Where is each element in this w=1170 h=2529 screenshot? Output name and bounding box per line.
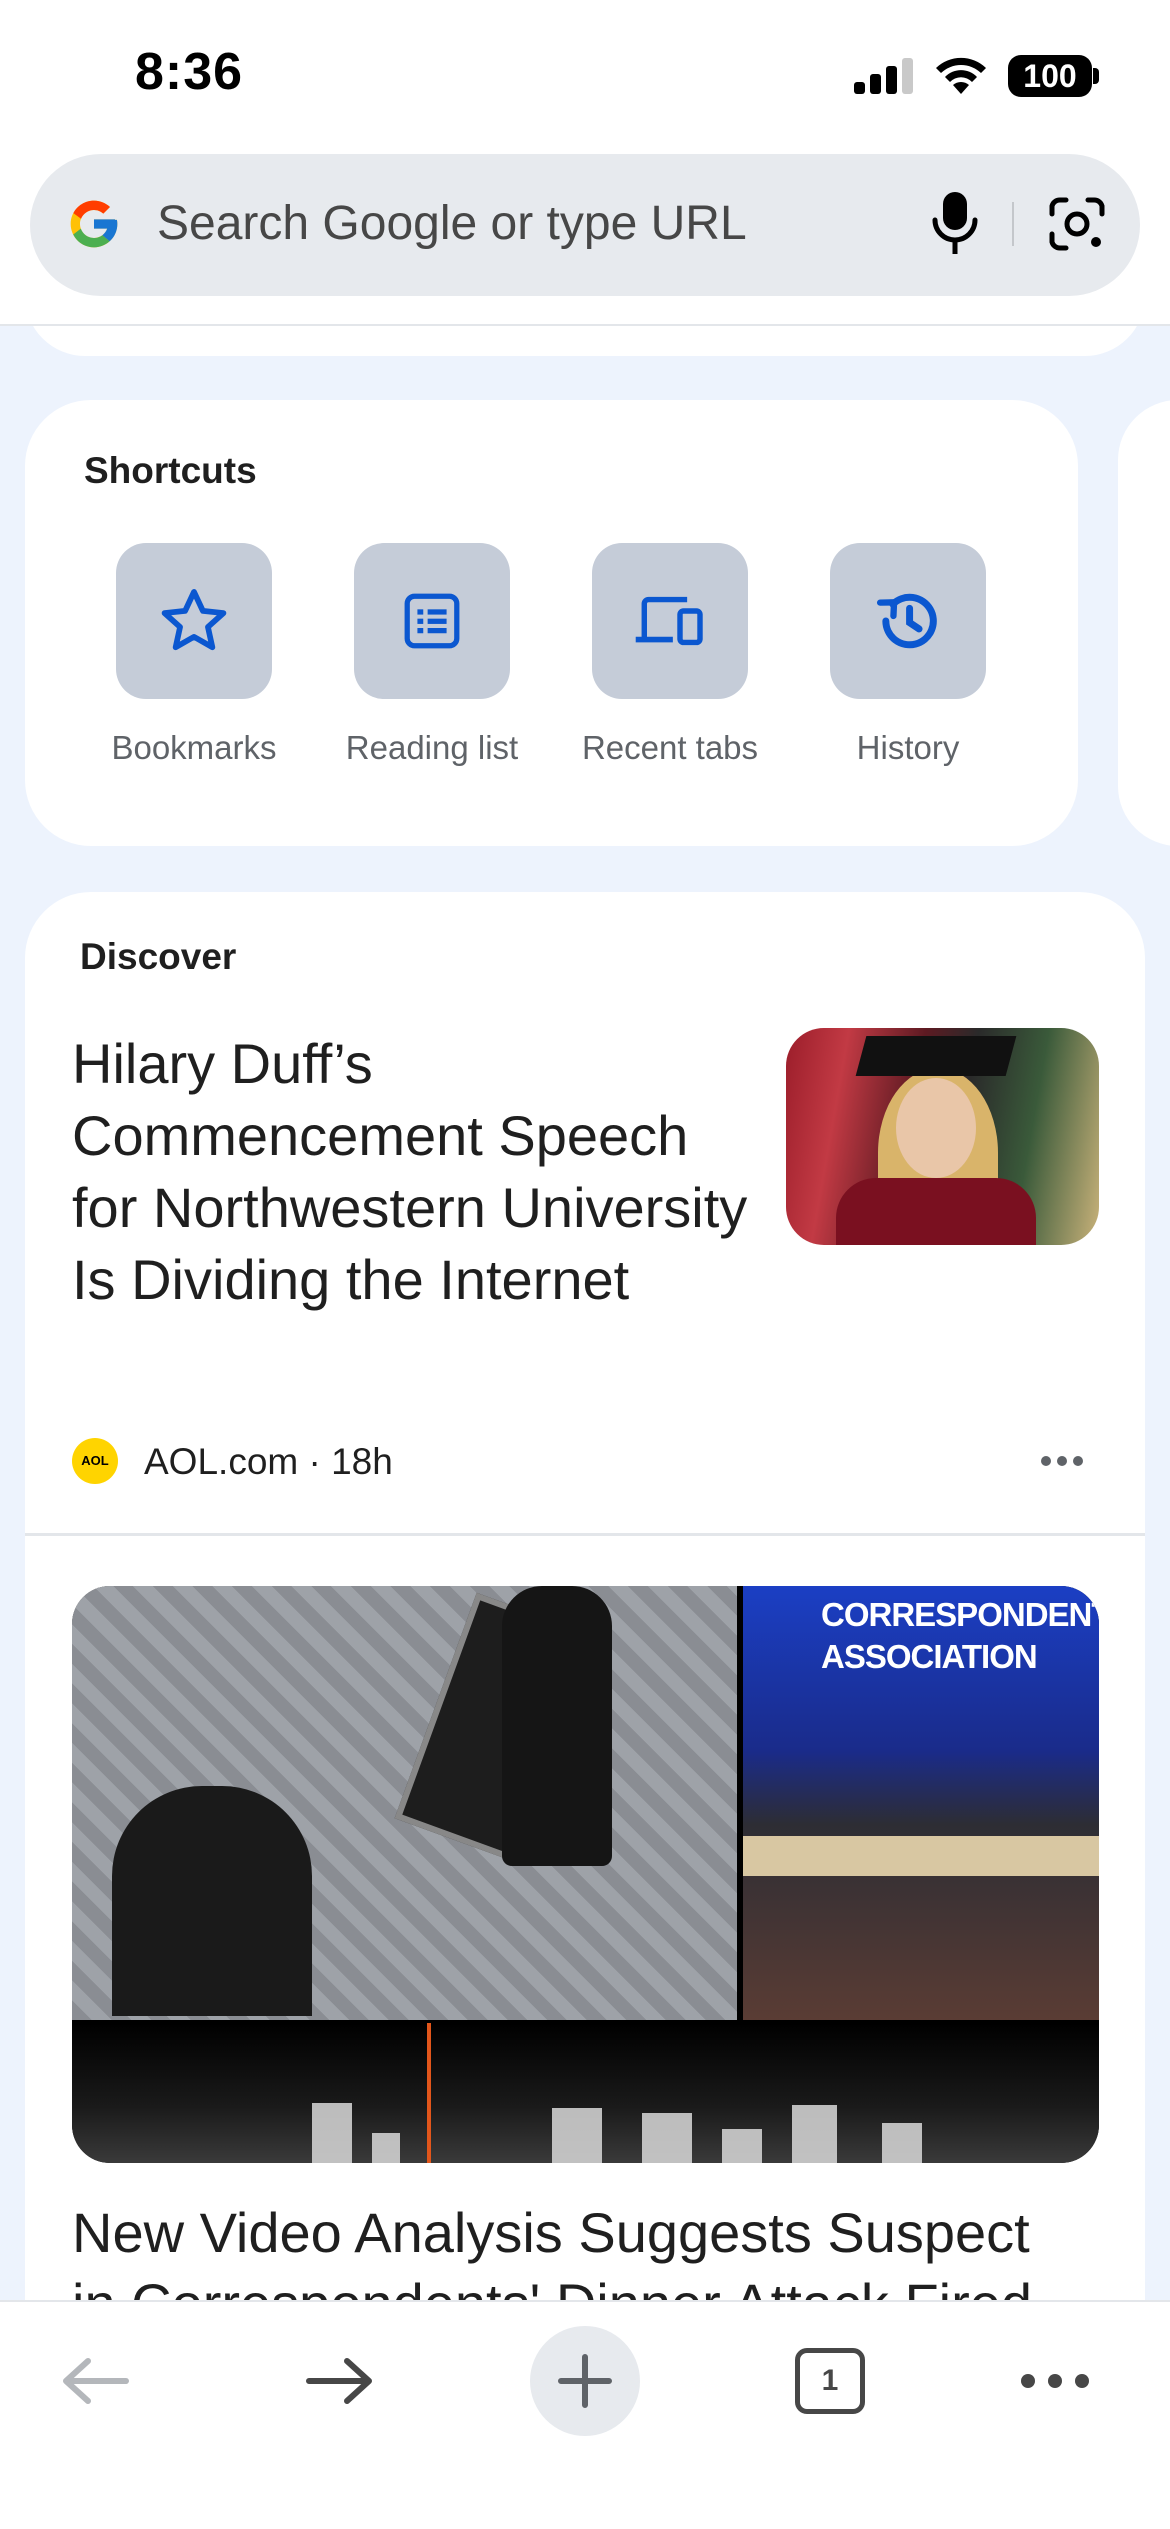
back-button[interactable] <box>40 2326 150 2436</box>
shortcut-history[interactable]: History <box>793 543 1023 783</box>
cellular-signal-icon <box>854 58 916 94</box>
more-options-icon[interactable] <box>1032 1444 1092 1480</box>
menu-button[interactable] <box>1000 2326 1110 2436</box>
shortcut-reading-list[interactable]: Reading list <box>317 543 547 783</box>
article-headline[interactable]: New Video Analysis Suggests Suspect <box>72 2197 1112 2269</box>
thumbnail-cap-shape <box>855 1036 1017 1076</box>
back-arrow-icon <box>63 2358 129 2404</box>
hero-officer-shape <box>112 1786 312 2016</box>
hero-security-footage <box>72 1586 737 2020</box>
tab-switcher-icon: 1 <box>795 2348 865 2414</box>
discover-title: Discover <box>80 936 237 977</box>
devices-icon <box>592 543 748 699</box>
shortcuts-title: Shortcuts <box>84 450 257 491</box>
shortcut-label: History <box>856 729 960 766</box>
reading-list-icon <box>354 543 510 699</box>
article-source: AOL.com · 18h <box>144 1441 393 1482</box>
article-thumbnail[interactable] <box>786 1028 1099 1245</box>
hero-person-shape <box>502 1586 612 1866</box>
search-input[interactable]: Search Google or type URL <box>157 196 747 252</box>
history-icon <box>830 543 986 699</box>
shortcut-label: Recent tabs <box>581 729 759 766</box>
hero-dinner-photo: CORRESPONDENTS' ASSOCIATION <box>743 1586 1099 2020</box>
article-headline[interactable]: Hilary Duff’s Commencement Speech for No… <box>72 1028 752 1316</box>
more-menu-icon <box>1021 2374 1089 2388</box>
battery-tip <box>1093 68 1099 84</box>
battery-indicator: 100 <box>1008 55 1092 97</box>
article-source-row: AOL AOL.com · 18h <box>72 1434 1102 1490</box>
tab-switcher-button[interactable]: 1 <box>775 2326 885 2436</box>
forward-arrow-icon <box>306 2358 372 2404</box>
star-icon <box>116 543 272 699</box>
shortcut-recent-tabs[interactable]: Recent tabs <box>555 543 785 783</box>
status-time: 8:36 <box>135 43 244 101</box>
google-logo-icon <box>70 200 118 248</box>
hero-sign-text: CORRESPONDENTS' ASSOCIATION <box>821 1596 1099 1675</box>
wifi-icon <box>936 57 986 94</box>
shortcut-label: Reading list <box>345 729 519 766</box>
microphone-icon[interactable] <box>928 190 982 256</box>
article-divider <box>25 1533 1145 1536</box>
shortcut-bookmarks[interactable]: Bookmarks <box>79 543 309 783</box>
chrome-new-tab-page: 8:36 100 Search Google or type URL Short… <box>0 0 1170 2529</box>
hero-waveform <box>72 2023 1099 2163</box>
forward-button[interactable] <box>285 2326 395 2436</box>
waveform-marker <box>427 2023 431 2163</box>
shortcut-label: Bookmarks <box>111 729 277 766</box>
search-divider <box>1012 202 1014 246</box>
google-lens-icon[interactable] <box>1048 196 1106 252</box>
new-tab-button[interactable] <box>530 2326 640 2436</box>
plus-icon <box>558 2354 612 2408</box>
thumbnail-gown-shape <box>836 1178 1036 1245</box>
thumbnail-face-shape <box>896 1078 976 1178</box>
article-hero-image[interactable]: CORRESPONDENTS' ASSOCIATION <box>72 1586 1099 2163</box>
aol-logo-icon: AOL <box>72 1438 118 1484</box>
hero-table-shape <box>743 1836 1099 1876</box>
next-card-peek <box>1118 400 1170 846</box>
